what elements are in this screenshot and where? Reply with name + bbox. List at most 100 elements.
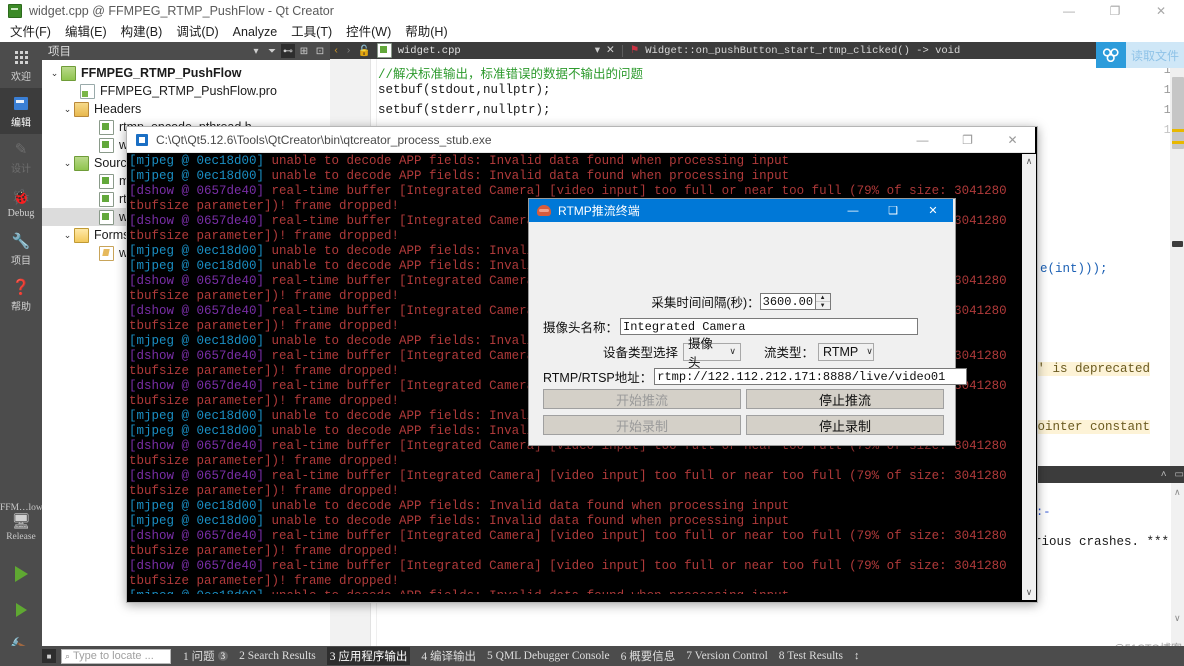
console-minimize-button[interactable]: —	[900, 127, 945, 152]
tab-general-messages[interactable]: 6 概要信息	[621, 648, 676, 664]
expand-icon[interactable]: ⊞	[297, 44, 311, 58]
symbol-selector[interactable]: Widget::on_pushButton_start_rtmp_clicked…	[642, 42, 963, 59]
console-line-message: unable to decode APP fields: Invalid dat…	[264, 589, 790, 594]
code-line: setbuf(stderr,nullptr);	[378, 103, 551, 117]
address-input[interactable]: rtmp://122.112.212.171:8888/live/video01	[654, 368, 968, 385]
tab-qml-debugger-console[interactable]: 5 QML Debugger Console	[487, 650, 610, 662]
spin-up-button[interactable]: ▲	[815, 294, 830, 302]
tree-row-project[interactable]: ⌄ FFMPEG_RTMP_PushFlow	[42, 64, 330, 82]
mode-projects-label: 项目	[11, 255, 31, 267]
tree-row-pro-file[interactable]: FFMPEG_RTMP_PushFlow.pro	[42, 82, 330, 100]
scroll-up-icon[interactable]: ∧	[1026, 156, 1033, 167]
menu-help[interactable]: 帮助(H)	[398, 22, 454, 42]
code-fragment-warning: l' is deprecated	[1030, 362, 1151, 376]
console-close-button[interactable]: ✕	[990, 127, 1035, 152]
ui-file-icon	[99, 245, 114, 261]
console-maximize-button[interactable]: ❐	[945, 127, 990, 152]
menu-file[interactable]: 文件(F)	[3, 22, 58, 42]
tab-test-results[interactable]: 8 Test Results	[779, 650, 843, 662]
mode-projects[interactable]: 🔧 项目	[0, 226, 42, 272]
menu-window[interactable]: 控件(W)	[339, 22, 398, 42]
tab-dropdown-icon[interactable]: ▾	[592, 42, 603, 59]
stream-type-combobox[interactable]: RTMP ∨	[818, 342, 875, 361]
chevron-down-icon[interactable]: ▾	[249, 44, 263, 58]
dialog-maximize-button[interactable]: ❑	[873, 199, 913, 222]
kit-name: FFM…low	[0, 503, 42, 513]
rtmp-push-dialog[interactable]: RTMP推流终端 — ❑ ✕ 采集时间间隔(秒)： 3600.00 ▲ ▼ 摄像…	[528, 198, 968, 446]
device-type-combobox[interactable]: 摄像头 ∨	[683, 337, 742, 370]
tab-version-control[interactable]: 7 Version Control	[686, 650, 768, 662]
tree-row-headers[interactable]: ⌄ Headers	[42, 100, 330, 118]
more-tabs-icon[interactable]: ↕	[854, 650, 860, 662]
spin-buttons[interactable]: ▲ ▼	[815, 293, 831, 310]
start-record-button[interactable]: 开始录制	[543, 415, 741, 435]
sidebar-toggle-button[interactable]: ■	[42, 649, 56, 663]
lock-icon[interactable]: 🔓	[355, 42, 374, 59]
console-line-message: real-time buffer [Integrated Camera] [vi…	[264, 184, 1009, 198]
console-line-message: tbufsize parameter])! frame dropped!	[129, 319, 400, 333]
mode-help[interactable]: ❓ 帮助	[0, 272, 42, 318]
menubar: 文件(F) 编辑(E) 构建(B) 调试(D) Analyze 工具(T) 控件…	[0, 22, 1184, 42]
tab-application-output[interactable]: 3 应用程序输出	[326, 647, 411, 665]
dialog-body: 采集时间间隔(秒)： 3600.00 ▲ ▼ 摄像头名称： Integrated…	[529, 222, 968, 443]
maximize-icon[interactable]: ▭	[1175, 469, 1184, 480]
console-line: [dshow @ 0657de40] real-time buffer [Int…	[129, 559, 1009, 574]
menu-debug[interactable]: 调试(D)	[169, 22, 225, 42]
console-scrollbar[interactable]: ∧ ∨	[1022, 154, 1036, 600]
start-push-button[interactable]: 开始推流	[543, 389, 741, 409]
chevron-down-icon[interactable]: ⌄	[61, 104, 74, 115]
tab-issues[interactable]: 1 问题 3	[183, 648, 229, 664]
window-maximize-button[interactable]: ❐	[1092, 0, 1138, 22]
spin-down-button[interactable]: ▼	[816, 302, 830, 309]
console-line-tag: [dshow @ 0657de40]	[129, 439, 265, 453]
run-button[interactable]	[0, 558, 42, 590]
dialog-minimize-button[interactable]: —	[833, 199, 873, 222]
output-scrollbar[interactable]: ∧ ∨	[1171, 483, 1184, 646]
debug-button[interactable]	[0, 594, 42, 626]
mode-edit[interactable]: 编辑	[0, 88, 42, 134]
mode-welcome[interactable]: 欢迎	[0, 42, 42, 88]
scroll-down-icon[interactable]: ∨	[1174, 613, 1181, 624]
camera-name-input[interactable]: Integrated Camera	[620, 318, 919, 335]
console-line-message: tbufsize parameter])! frame dropped!	[129, 484, 400, 498]
editor-icon	[14, 94, 28, 113]
menu-analyze[interactable]: Analyze	[226, 22, 284, 42]
scroll-down-icon[interactable]: ∨	[1026, 587, 1033, 598]
dialog-close-button[interactable]: ✕	[913, 199, 953, 222]
mode-debug[interactable]: 🐞 Debug	[0, 180, 42, 226]
tab-close-button[interactable]: ✕	[603, 42, 618, 59]
stop-record-button[interactable]: 停止录制	[746, 415, 944, 435]
stop-push-button[interactable]: 停止推流	[746, 389, 944, 409]
chevron-down-icon[interactable]: ⌄	[61, 158, 74, 169]
window-close-button[interactable]: ✕	[1138, 0, 1184, 22]
editor-toolbar: ‹ › 🔓 widget.cpp ▾ ✕ ⚑ Widget::on_pushBu…	[330, 42, 1184, 59]
link-icon[interactable]: ⊷	[281, 44, 295, 58]
window-minimize-button[interactable]: —	[1046, 0, 1092, 22]
collapse-icon[interactable]: ˄	[1161, 469, 1167, 480]
menu-build[interactable]: 构建(B)	[114, 22, 170, 42]
output-line: :-	[1036, 505, 1051, 519]
device-type-row: 设备类型选择 摄像头 ∨	[603, 337, 742, 370]
filter-icon[interactable]: ⏷	[265, 44, 279, 58]
scrollbar-thumb[interactable]	[1172, 77, 1184, 149]
nav-back-button[interactable]: ‹	[330, 42, 342, 59]
editor-tab-name[interactable]: widget.cpp	[395, 42, 464, 59]
nav-forward-button[interactable]: ›	[342, 42, 354, 59]
menu-tools[interactable]: 工具(T)	[284, 22, 339, 42]
tab-search-results[interactable]: 2 Search Results	[239, 650, 316, 662]
interval-spinbox[interactable]: 3600.00 ▲ ▼	[759, 293, 831, 310]
interval-input[interactable]: 3600.00	[759, 293, 816, 310]
kit-selector[interactable]: FFM…low 🖥 Release	[0, 502, 42, 543]
tab-compile-output[interactable]: 4 编译输出	[421, 648, 476, 664]
chevron-down-icon[interactable]: ⌄	[48, 68, 61, 79]
scroll-up-icon[interactable]: ∧	[1174, 487, 1181, 498]
console-line-message: real-time buffer [Integrated Camera] [vi…	[264, 559, 1009, 573]
collapse-icon[interactable]: ⊡	[313, 44, 327, 58]
locator-input[interactable]: ⌕ Type to locate ...	[61, 648, 171, 664]
chevron-down-icon[interactable]: ⌄	[61, 230, 74, 241]
menu-edit[interactable]: 编辑(E)	[58, 22, 114, 42]
qt-read-file-badge[interactable]: 读取文件	[1096, 42, 1184, 68]
mode-design[interactable]: ✎ 设计	[0, 134, 42, 180]
qt-badge-label[interactable]: 读取文件	[1126, 42, 1184, 68]
application-output-pane[interactable]: :- rious crashes. *** ∧ ∨	[1030, 483, 1184, 646]
